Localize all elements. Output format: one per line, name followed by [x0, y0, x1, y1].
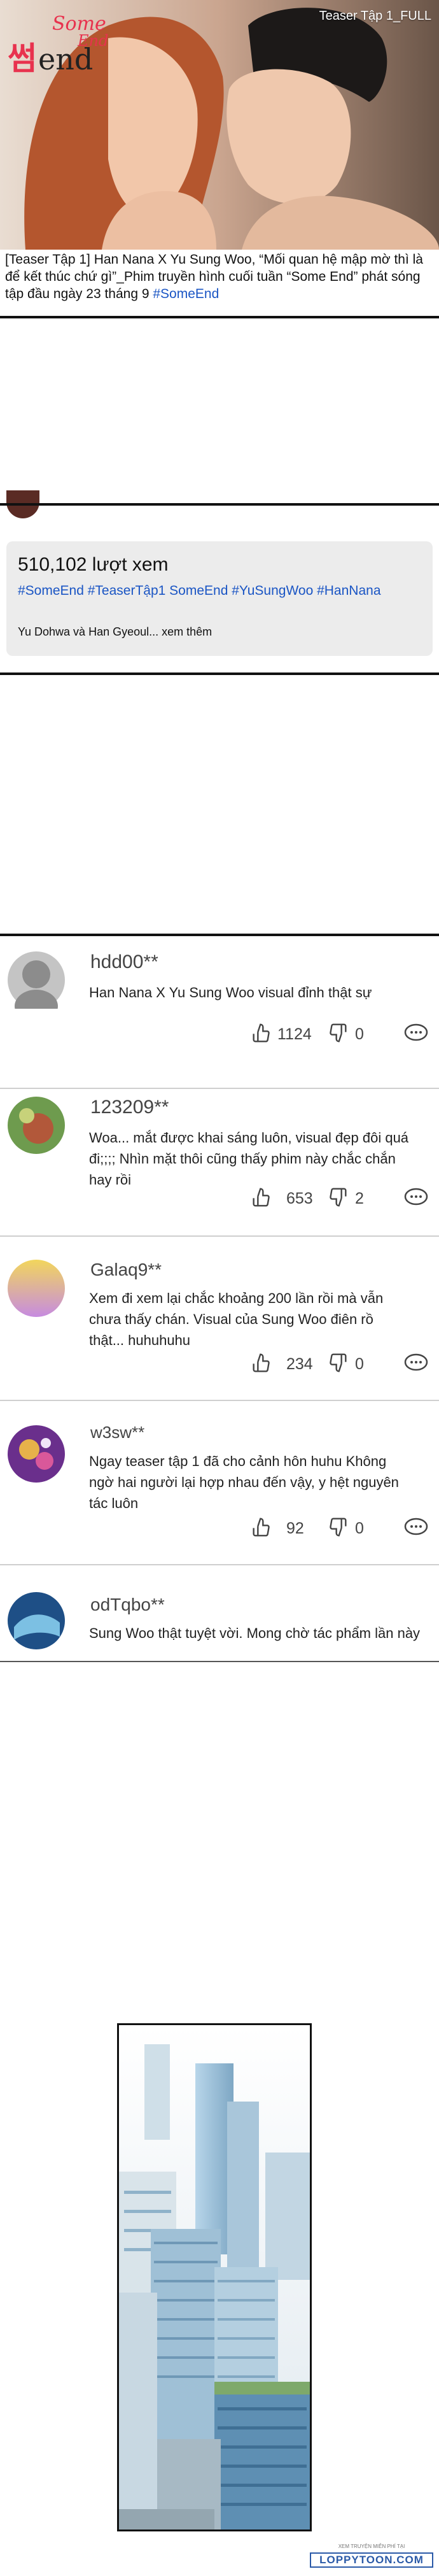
user-avatar[interactable]: [8, 951, 65, 1023]
comment-item: hdd00** Han Nana X Yu Sung Woo visual đỉ…: [0, 943, 439, 1088]
comment-actions: 1124 0: [252, 1023, 430, 1048]
dislike-count: 0: [355, 1025, 364, 1043]
comment-item: w3sw** Ngay teaser tập 1 đã cho cảnh hôn…: [0, 1402, 439, 1564]
divider: [0, 503, 439, 506]
like-count: 234: [286, 1355, 313, 1373]
comment-text: Ngay teaser tập 1 đã cho cảnh hôn huhu K…: [89, 1453, 399, 1511]
dislike-count: 2: [355, 1190, 364, 1207]
comment-item: Galaq9** Xem đi xem lại chắc khoảng 200 …: [0, 1238, 439, 1400]
view-count: 510,102 lượt xem: [18, 554, 169, 575]
comment-divider: [0, 1088, 439, 1089]
dislike-icon[interactable]: [327, 1517, 347, 1542]
like-icon[interactable]: [252, 1023, 272, 1048]
user-avatar[interactable]: [8, 1097, 65, 1154]
like-count: 1124: [277, 1025, 312, 1043]
comment-text: Han Nana X Yu Sung Woo visual đỉnh thật …: [89, 985, 372, 1000]
dislike-count: 0: [355, 1519, 364, 1537]
comment-text: Xem đi xem lại chắc khoảng 200 lần rồi m…: [89, 1290, 384, 1348]
like-count: 653: [286, 1190, 313, 1207]
divider: [0, 934, 439, 936]
dislike-count: 0: [355, 1355, 364, 1373]
video-title: Teaser Tập 1_FULL: [319, 9, 431, 23]
comment-text: Woa... mắt được khai sáng luôn, visual đ…: [89, 1130, 409, 1188]
comment-divider: [0, 1400, 439, 1401]
like-icon[interactable]: [252, 1517, 272, 1542]
divider: [0, 1661, 439, 1662]
dislike-icon[interactable]: [327, 1023, 347, 1048]
comment-username[interactable]: odTqbo**: [90, 1595, 165, 1615]
video-info-box[interactable]: 510,102 lượt xem #SomeEnd #TeaserTập1 So…: [6, 541, 433, 656]
comment-divider: [0, 1235, 439, 1237]
site-watermark: XEM TRUYỆN MIỄN PHÍ TẠI LOPPYTOON.COM: [310, 2544, 433, 2569]
comment-item: 123209** Woa... mắt được khai sáng luôn,…: [0, 1090, 439, 1235]
like-icon[interactable]: [252, 1353, 272, 1377]
user-avatar[interactable]: [8, 1425, 65, 1483]
divider: [0, 316, 439, 318]
comment-username[interactable]: Galaq9**: [90, 1260, 162, 1280]
comic-panel-cityscape: [117, 2023, 312, 2531]
comment-text: Sung Woo thật tuyệt vời. Mong chờ tác ph…: [89, 1625, 421, 1641]
comment-actions: 92 0: [252, 1517, 430, 1542]
comment-username[interactable]: 123209**: [90, 1097, 169, 1118]
comment-actions: 234 0: [252, 1353, 430, 1378]
comment-divider: [0, 1564, 439, 1565]
video-description[interactable]: Yu Dohwa và Han Gyeoul... xem thêm: [18, 625, 212, 639]
watermark-site: LOPPYTOON.COM: [310, 2552, 433, 2568]
reply-icon[interactable]: [403, 1023, 429, 1048]
video-player[interactable]: Teaser Tập 1_FULL Some End 썸 end: [0, 0, 439, 250]
caption-hashtag[interactable]: #SomeEnd: [153, 287, 219, 301]
dislike-icon[interactable]: [327, 1187, 347, 1212]
reply-icon[interactable]: [403, 1353, 429, 1377]
hashtag-list[interactable]: #SomeEnd #TeaserTập1 SomeEnd #YuSungWoo …: [18, 583, 381, 599]
comment-username[interactable]: hdd00**: [90, 951, 158, 973]
comment-username[interactable]: w3sw**: [90, 1423, 144, 1442]
like-count: 92: [286, 1519, 304, 1537]
user-avatar[interactable]: [8, 1592, 65, 1649]
comment-actions: 653 2: [252, 1187, 430, 1213]
dislike-icon[interactable]: [327, 1353, 347, 1377]
reply-icon[interactable]: [403, 1187, 429, 1212]
comment-item: odTqbo** Sung Woo thật tuyệt vời. Mong c…: [0, 1567, 439, 1662]
like-icon[interactable]: [252, 1187, 272, 1212]
watermark-tagline: XEM TRUYỆN MIỄN PHÍ TẠI: [338, 2544, 405, 2549]
reply-icon[interactable]: [403, 1517, 429, 1542]
divider: [0, 672, 439, 675]
user-avatar[interactable]: [8, 1260, 65, 1317]
show-logo: Some End 썸 end: [8, 13, 109, 77]
video-caption: [Teaser Tập 1] Han Nana X Yu Sung Woo, “…: [5, 251, 435, 302]
